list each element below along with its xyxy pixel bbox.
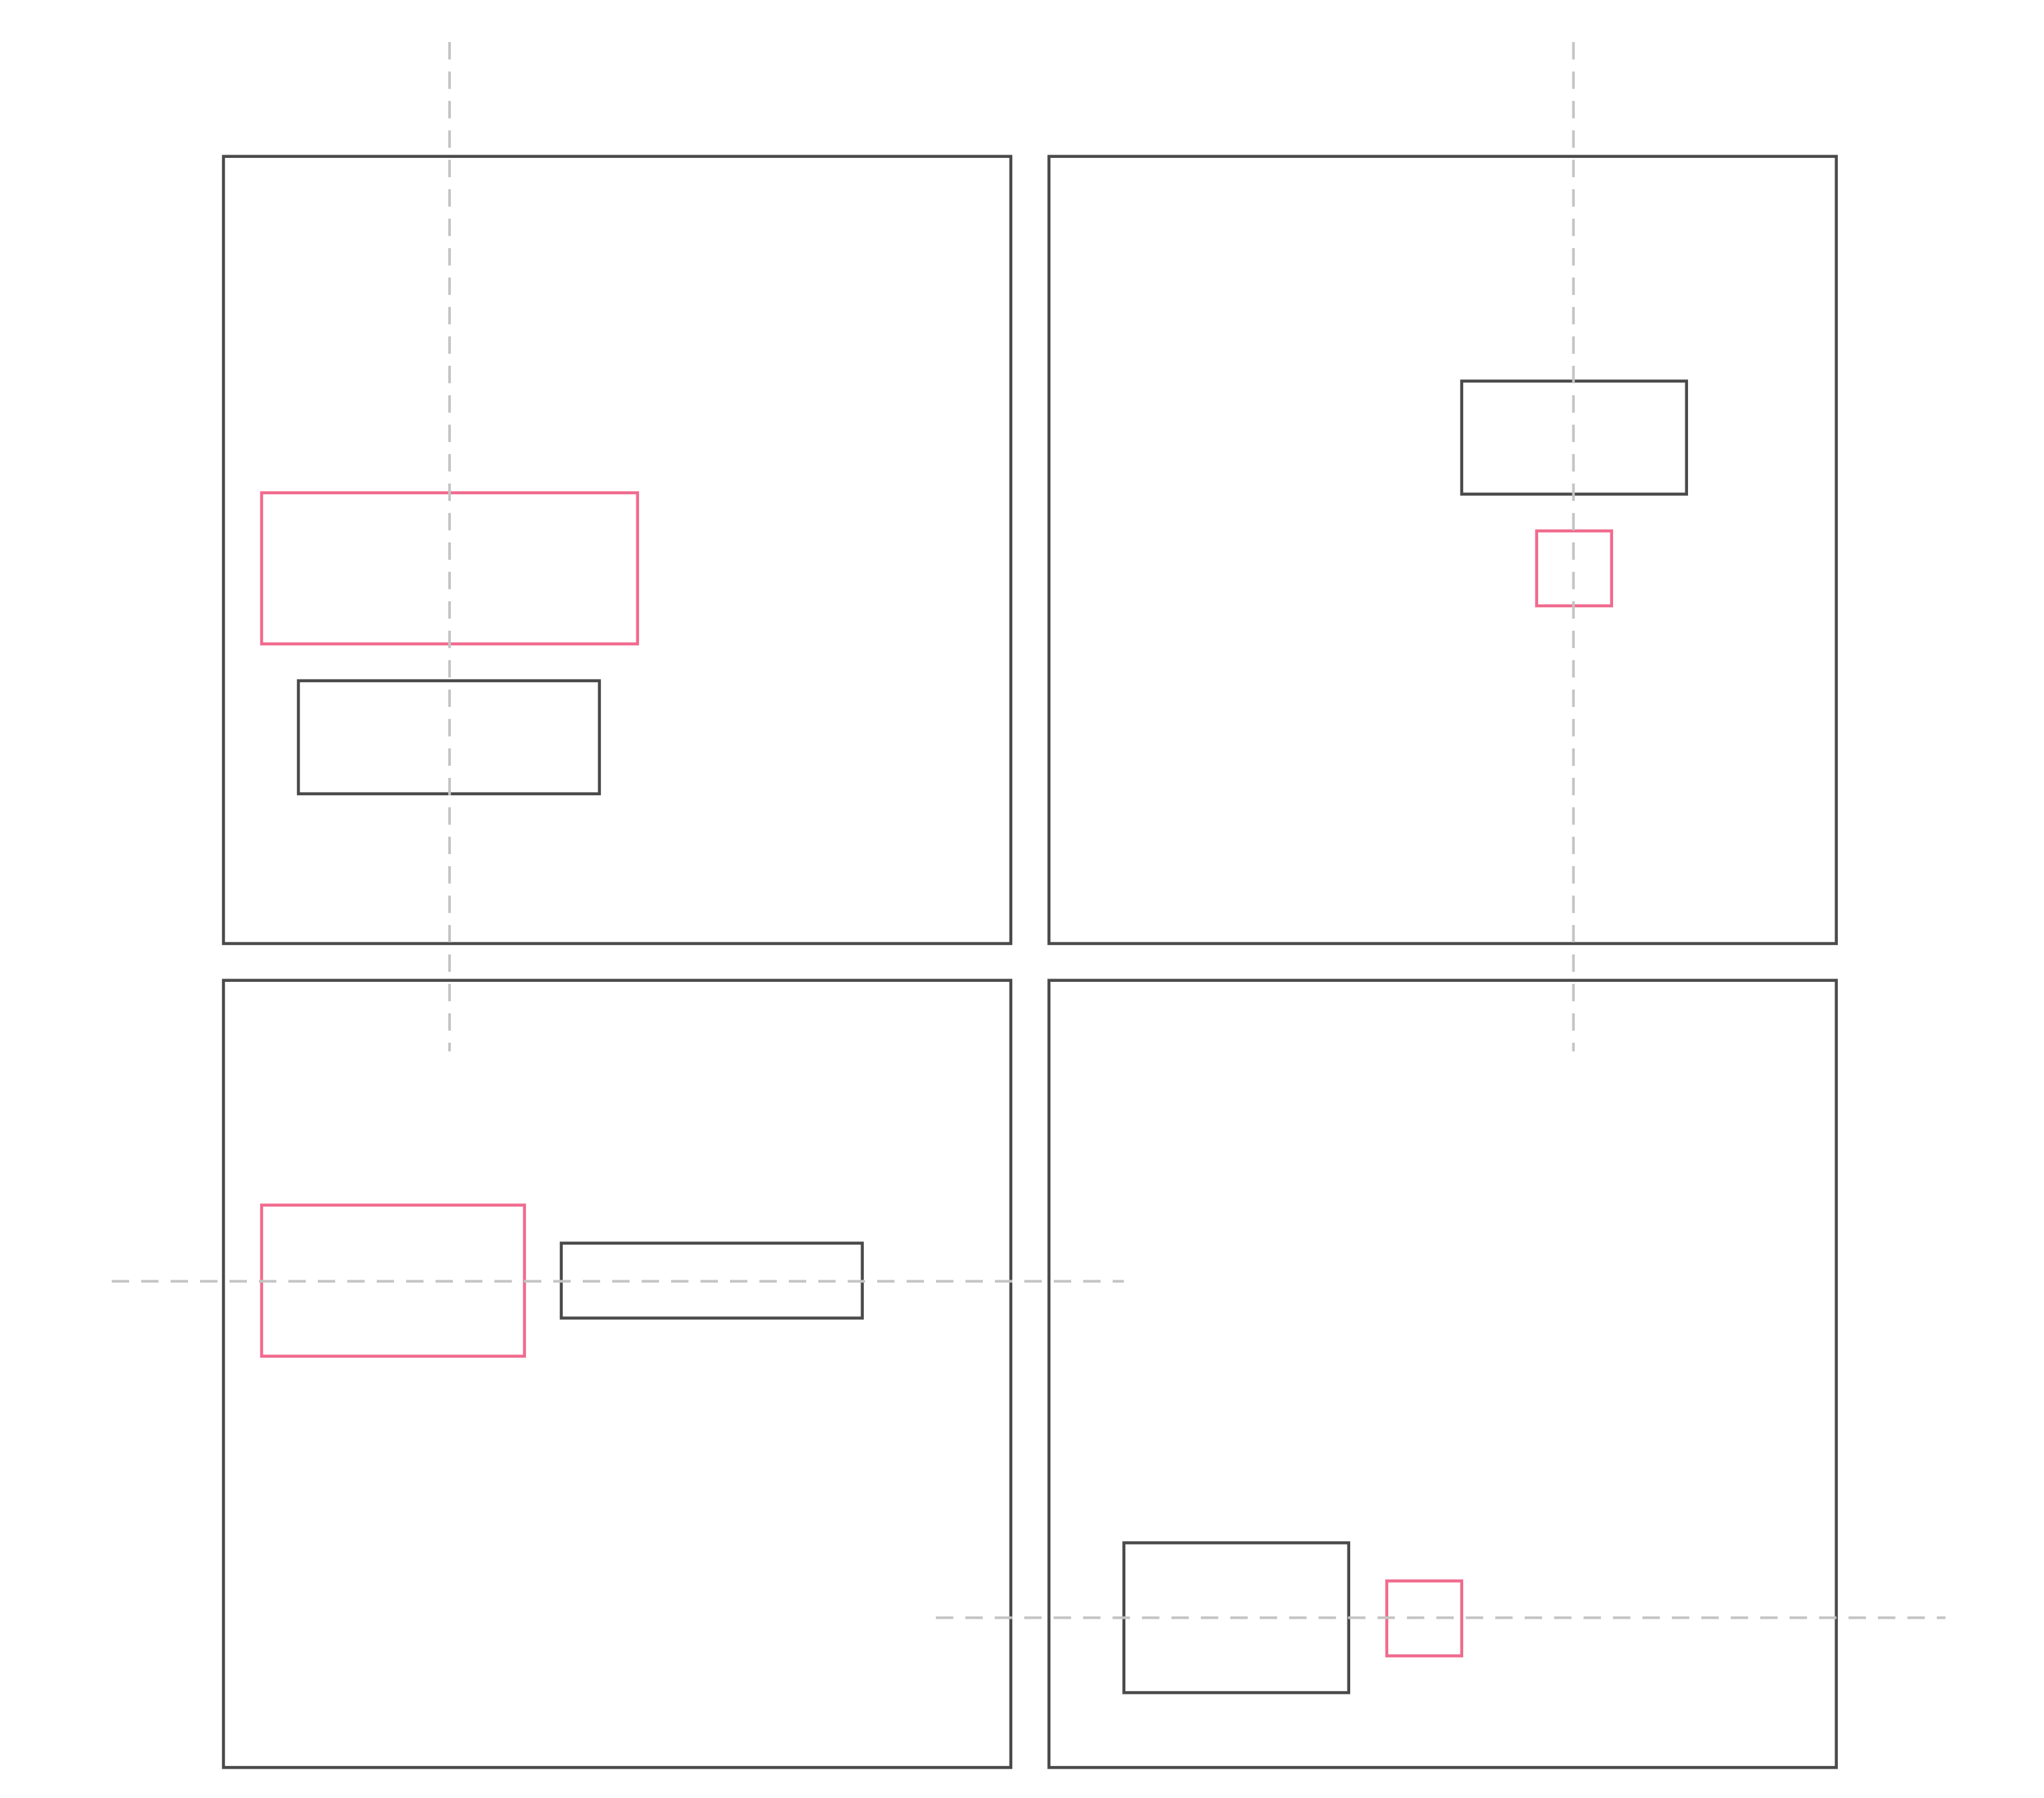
diagram-canvas <box>0 0 2044 1798</box>
alignment-diagram <box>0 0 2044 1798</box>
canvas-background <box>0 0 2044 1798</box>
